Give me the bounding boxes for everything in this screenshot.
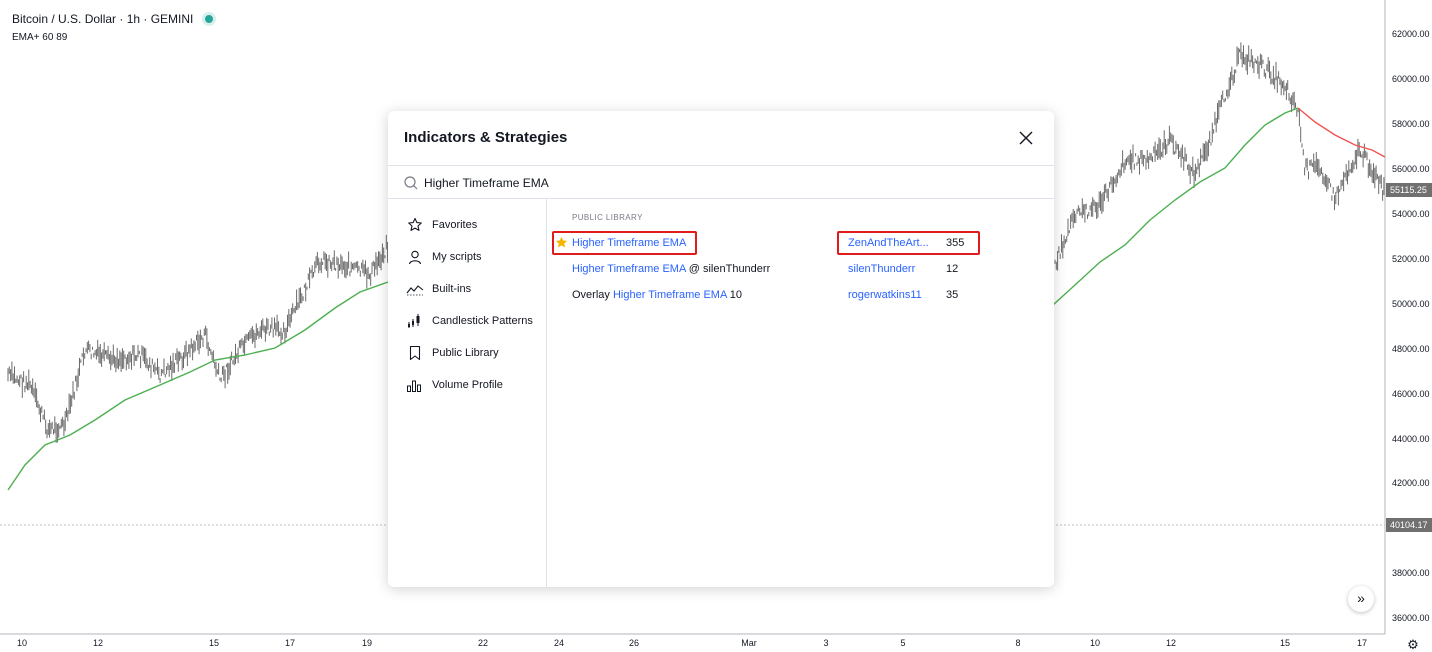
time-label: 10 xyxy=(1089,638,1101,648)
price-label: 36000.00 xyxy=(1392,613,1430,623)
result-title[interactable]: Overlay Higher Timeframe EMA 10 xyxy=(572,289,742,301)
sidebar-item-label: Built-ins xyxy=(432,283,472,295)
sidebar-item-label: Volume Profile xyxy=(432,379,503,391)
time-label: 12 xyxy=(1165,638,1177,648)
volume-profile-icon xyxy=(406,376,424,394)
results-panel: PUBLIC LIBRARY Higher Timeframe EMA ZenA… xyxy=(548,199,1054,587)
price-label: 60000.00 xyxy=(1392,74,1430,84)
time-label: 19 xyxy=(361,638,373,648)
star-outline-icon xyxy=(406,216,424,234)
indicators-dialog: Indicators & Strategies Favorites My scr… xyxy=(388,111,1054,587)
search-icon xyxy=(404,176,418,190)
time-label: 8 xyxy=(1015,638,1021,648)
sidebar-item-my-scripts[interactable]: My scripts xyxy=(388,241,546,273)
sidebar-item-built-ins[interactable]: Built-ins xyxy=(388,273,546,305)
time-label: 15 xyxy=(1279,638,1291,648)
sidebar-item-label: Favorites xyxy=(432,219,478,231)
low-price-badge: 40104.17 xyxy=(1386,518,1432,532)
sidebar-item-label: Public Library xyxy=(432,347,499,359)
market-status-icon xyxy=(205,15,214,23)
time-label: 10 xyxy=(16,638,28,648)
dialog-title: Indicators & Strategies xyxy=(404,129,568,146)
gear-icon[interactable]: ⚙ xyxy=(1406,638,1420,652)
result-title-match: Higher Timeframe EMA xyxy=(612,289,727,301)
sidebar-item-label: Candlestick Patterns xyxy=(432,315,533,327)
result-title[interactable]: Higher Timeframe EMA @ silenThunderr xyxy=(572,263,770,275)
close-icon[interactable] xyxy=(1016,128,1036,148)
section-label: PUBLIC LIBRARY xyxy=(572,213,643,222)
time-label: 22 xyxy=(477,638,489,648)
result-author[interactable]: rogerwatkins11 xyxy=(848,289,922,301)
result-row[interactable]: Higher Timeframe EMA @ silenThunderr sil… xyxy=(548,256,1054,282)
user-icon xyxy=(406,248,424,266)
price-label: 58000.00 xyxy=(1392,119,1430,129)
price-label: 42000.00 xyxy=(1392,478,1430,488)
ema-line-right-down xyxy=(1297,107,1386,158)
result-likes: 12 xyxy=(946,263,959,275)
price-label: 56000.00 xyxy=(1392,164,1430,174)
price-scale[interactable]: 62000.00 60000.00 58000.00 56000.00 54000.00… xyxy=(1386,0,1432,634)
time-label: 17 xyxy=(284,638,296,648)
indicator-legend[interactable]: EMA+ 60 89 xyxy=(12,32,213,43)
time-label: Mar xyxy=(741,638,757,648)
ema-line-left xyxy=(7,281,389,491)
last-price-badge: 55115.25 xyxy=(1386,183,1432,197)
price-label: 46000.00 xyxy=(1392,389,1430,399)
result-likes: 35 xyxy=(946,289,959,301)
chart-legend: Bitcoin / U.S. Dollar · 1h · GEMINI EMA+… xyxy=(12,12,214,43)
search-bar xyxy=(388,165,1054,199)
highlight-box-title xyxy=(552,231,697,255)
price-label: 54000.00 xyxy=(1392,209,1430,219)
sidebar-item-label: My scripts xyxy=(432,251,482,263)
candlestick-icon xyxy=(406,312,424,330)
dialog-header: Indicators & Strategies xyxy=(388,111,1054,165)
price-label: 38000.00 xyxy=(1392,568,1430,578)
price-label: 50000.00 xyxy=(1392,299,1430,309)
price-label: 52000.00 xyxy=(1392,254,1430,264)
time-label: 26 xyxy=(628,638,640,648)
result-title-match: Higher Timeframe EMA xyxy=(572,263,686,275)
time-label: 3 xyxy=(823,638,829,648)
price-label: 48000.00 xyxy=(1392,344,1430,354)
symbol-title[interactable]: Bitcoin / U.S. Dollar · 1h · GEMINI xyxy=(12,12,193,26)
result-author[interactable]: silenThunderr xyxy=(848,263,915,275)
time-label: 24 xyxy=(553,638,565,648)
candles-right xyxy=(1054,42,1385,271)
sidebar-item-public-library[interactable]: Public Library xyxy=(388,337,546,369)
dialog-sidebar: Favorites My scripts Built-ins Candlesti… xyxy=(388,199,547,587)
time-label: 17 xyxy=(1356,638,1368,648)
search-input[interactable] xyxy=(424,172,924,194)
sidebar-item-volume-profile[interactable]: Volume Profile xyxy=(388,369,546,401)
price-label: 62000.00 xyxy=(1392,29,1430,39)
time-label: 12 xyxy=(92,638,104,648)
time-label: 5 xyxy=(900,638,906,648)
sidebar-item-favorites[interactable]: Favorites xyxy=(388,209,546,241)
candles-left xyxy=(7,234,389,443)
highlight-box-author xyxy=(837,231,980,255)
result-row[interactable]: Overlay Higher Timeframe EMA 10 rogerwat… xyxy=(548,282,1054,308)
scroll-to-realtime-button[interactable]: » xyxy=(1348,586,1374,612)
bookmark-icon xyxy=(406,344,424,362)
sidebar-item-candlestick-patterns[interactable]: Candlestick Patterns xyxy=(388,305,546,337)
price-label: 44000.00 xyxy=(1392,434,1430,444)
time-label: 15 xyxy=(208,638,220,648)
chart-line-icon xyxy=(406,280,424,298)
